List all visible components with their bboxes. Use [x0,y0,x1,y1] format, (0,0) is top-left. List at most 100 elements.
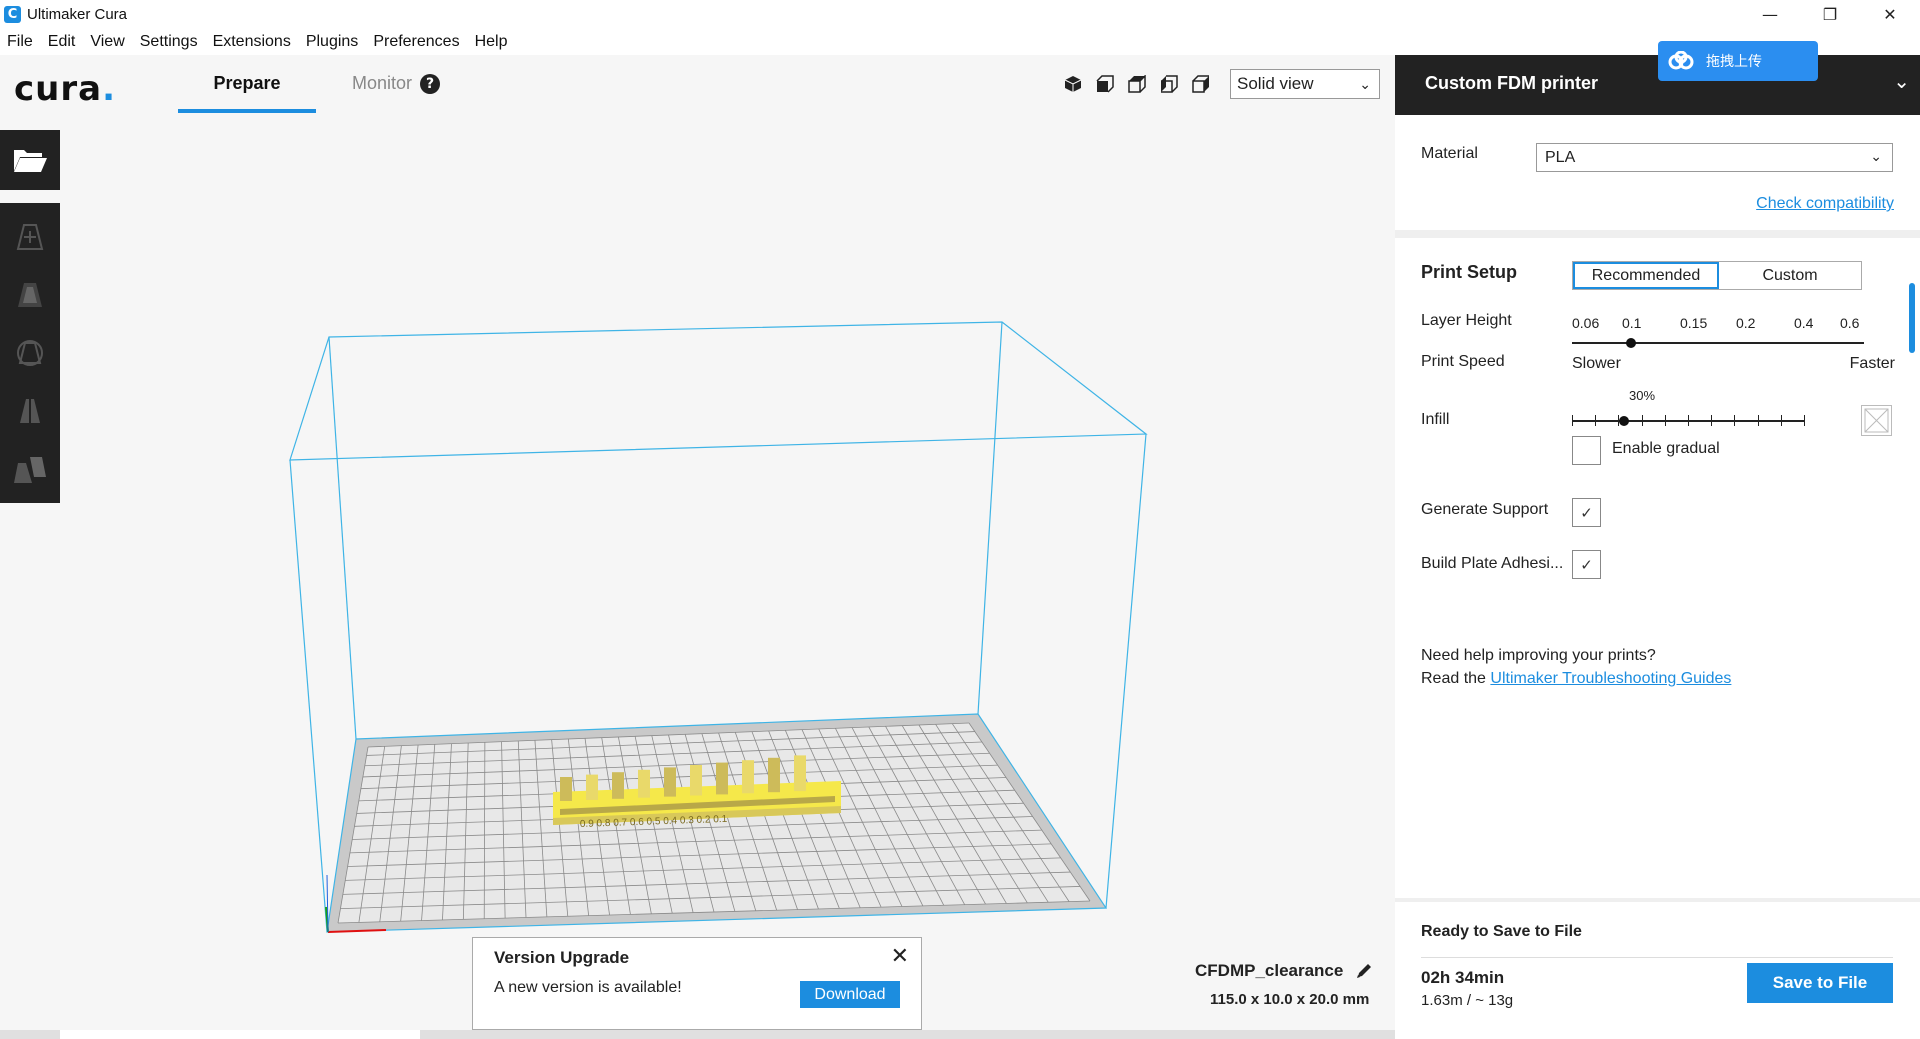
view-top-icon[interactable] [1126,73,1148,95]
infill-slider-knob[interactable] [1619,416,1630,426]
restore-button[interactable]: ❐ [1800,0,1860,29]
speed-slower-label: Slower [1572,355,1621,372]
enable-gradual-label: Enable gradual [1612,440,1720,457]
chevron-down-icon: ⌄ [1893,71,1910,93]
printer-name: Custom FDM printer [1425,73,1598,93]
material-panel: Material PLA ⌄ Check compatibility [1395,115,1920,230]
model-peg [664,767,676,797]
notice-title: Version Upgrade [494,948,630,967]
settings-sidebar: Custom FDM printer ⌄ 拖拽上传 Material PLA ⌄… [1395,41,1920,1039]
model-peg [768,757,780,793]
download-button[interactable]: Download [800,981,900,1008]
layer-height-tick: 0.2 [1736,315,1756,331]
logo-dot: . [102,69,116,109]
horizontal-scrollbar[interactable] [0,1030,1395,1039]
help-line-2: Read the Ultimaker Troubleshooting Guide… [1421,667,1731,690]
layer-height-tick: 0.15 [1680,315,1708,331]
troubleshooting-guides-link[interactable]: Ultimaker Troubleshooting Guides [1490,670,1731,687]
view-front-icon[interactable] [1094,73,1116,95]
infill-tick [1664,415,1666,426]
generate-support-label: Generate Support [1421,501,1549,518]
printer-selector[interactable]: Custom FDM printer ⌄ 拖拽上传 [1395,41,1920,115]
enable-gradual-checkbox[interactable] [1572,436,1601,465]
per-model-settings-button[interactable] [0,440,60,498]
divider [1421,957,1893,958]
menu-settings[interactable]: Settings [140,33,198,51]
tab-monitor-label: Monitor [352,73,413,93]
check-compatibility-link[interactable]: Check compatibility [1756,195,1894,213]
menu-bar: File Edit View Settings Extensions Plugi… [0,29,1920,55]
build-plate-adhesion-checkbox[interactable]: ✓ [1572,550,1601,579]
mirror-icon [20,397,40,425]
infill-tick [1572,415,1573,426]
menu-edit[interactable]: Edit [48,33,76,51]
version-upgrade-notice: Version Upgrade A new version is availab… [472,937,922,1030]
print-setup-panel: Print Setup Recommended Custom Layer Hei… [1395,238,1920,898]
print-setup-title: Print Setup [1421,262,1518,282]
minimize-button[interactable]: — [1740,0,1800,29]
window-title: Ultimaker Cura [27,6,128,23]
model-peg [742,760,754,794]
help-line-1: Need help improving your prints? [1421,647,1656,664]
print-time: 02h 34min [1421,968,1505,987]
menu-file[interactable]: File [7,33,33,51]
help-icon: ? [420,74,441,94]
mode-custom-button[interactable]: Custom [1719,262,1861,289]
camera-view-buttons [1062,73,1212,95]
model-peg [794,755,806,792]
infill-tick [1757,415,1759,426]
infill-tick [1780,415,1782,426]
tab-prepare[interactable]: Prepare [178,73,316,113]
scale-tool-button[interactable] [0,266,60,324]
infill-label: Infill [1421,411,1450,428]
view-right-icon[interactable] [1190,73,1212,95]
pencil-icon[interactable] [1355,962,1373,980]
cloud-upload-badge[interactable]: 拖拽上传 [1658,41,1818,81]
notice-message: A new version is available! [494,979,682,996]
layer-height-tick: 0.6 [1840,315,1860,331]
per-model-settings-icon [14,457,46,483]
tab-monitor[interactable]: Monitor ? [352,73,441,113]
checkmark-icon: ✓ [1580,555,1593,574]
menu-extensions[interactable]: Extensions [213,33,291,51]
menu-plugins[interactable]: Plugins [306,33,358,51]
infill-pattern-icon [1861,405,1892,436]
menu-help[interactable]: Help [475,33,508,51]
job-name[interactable]: CFDMP_clearance [1195,961,1373,981]
mode-recommended-button[interactable]: Recommended [1573,262,1719,289]
sidebar-scrollbar[interactable] [1909,283,1915,353]
checkmark-icon: ✓ [1580,503,1593,522]
mirror-tool-button[interactable] [0,382,60,440]
build-plate-adhesion-label: Build Plate Adhesi... [1421,555,1564,572]
layer-height-tick: 0.4 [1794,315,1814,331]
close-button[interactable]: ✕ [1860,0,1920,29]
material-select[interactable]: PLA ⌄ [1536,143,1893,172]
scrollbar-thumb[interactable] [60,1030,420,1039]
menu-preferences[interactable]: Preferences [373,33,459,51]
save-to-file-button[interactable]: Save to File [1747,963,1893,1003]
rotate-tool-button[interactable] [0,324,60,382]
layer-height-slider-track[interactable] [1572,342,1864,344]
view-mode-select[interactable]: Solid view ⌄ [1230,69,1380,99]
menu-view[interactable]: View [90,33,124,51]
layer-height-slider-knob[interactable] [1626,338,1636,348]
model-peg [690,765,702,796]
speed-faster-label: Faster [1849,355,1895,372]
material-value: PLA [1545,149,1576,166]
open-file-button[interactable] [0,130,60,190]
model-peg [560,777,572,801]
view-3d-icon[interactable] [1062,73,1084,95]
infill-tick [1641,415,1643,426]
chevron-down-icon: ⌄ [1359,76,1371,92]
notice-close-button[interactable]: ✕ [891,944,909,969]
job-dimensions: 115.0 x 10.0 x 20.0 mm [1210,991,1370,1008]
rotate-icon [17,340,43,366]
cura-app-icon: C [4,6,21,23]
generate-support-checkbox[interactable]: ✓ [1572,498,1601,527]
move-tool-button[interactable] [0,208,60,266]
view-left-icon[interactable] [1158,73,1180,95]
3d-viewport[interactable]: 0.9 0.8 0.7 0.6 0.5 0.4 0.3 0.2 0.1 [240,235,1200,975]
save-panel: Ready to Save to File 02h 34min 1.63m / … [1395,902,1920,1039]
model-peg [638,769,650,798]
job-name-text: CFDMP_clearance [1195,961,1344,980]
